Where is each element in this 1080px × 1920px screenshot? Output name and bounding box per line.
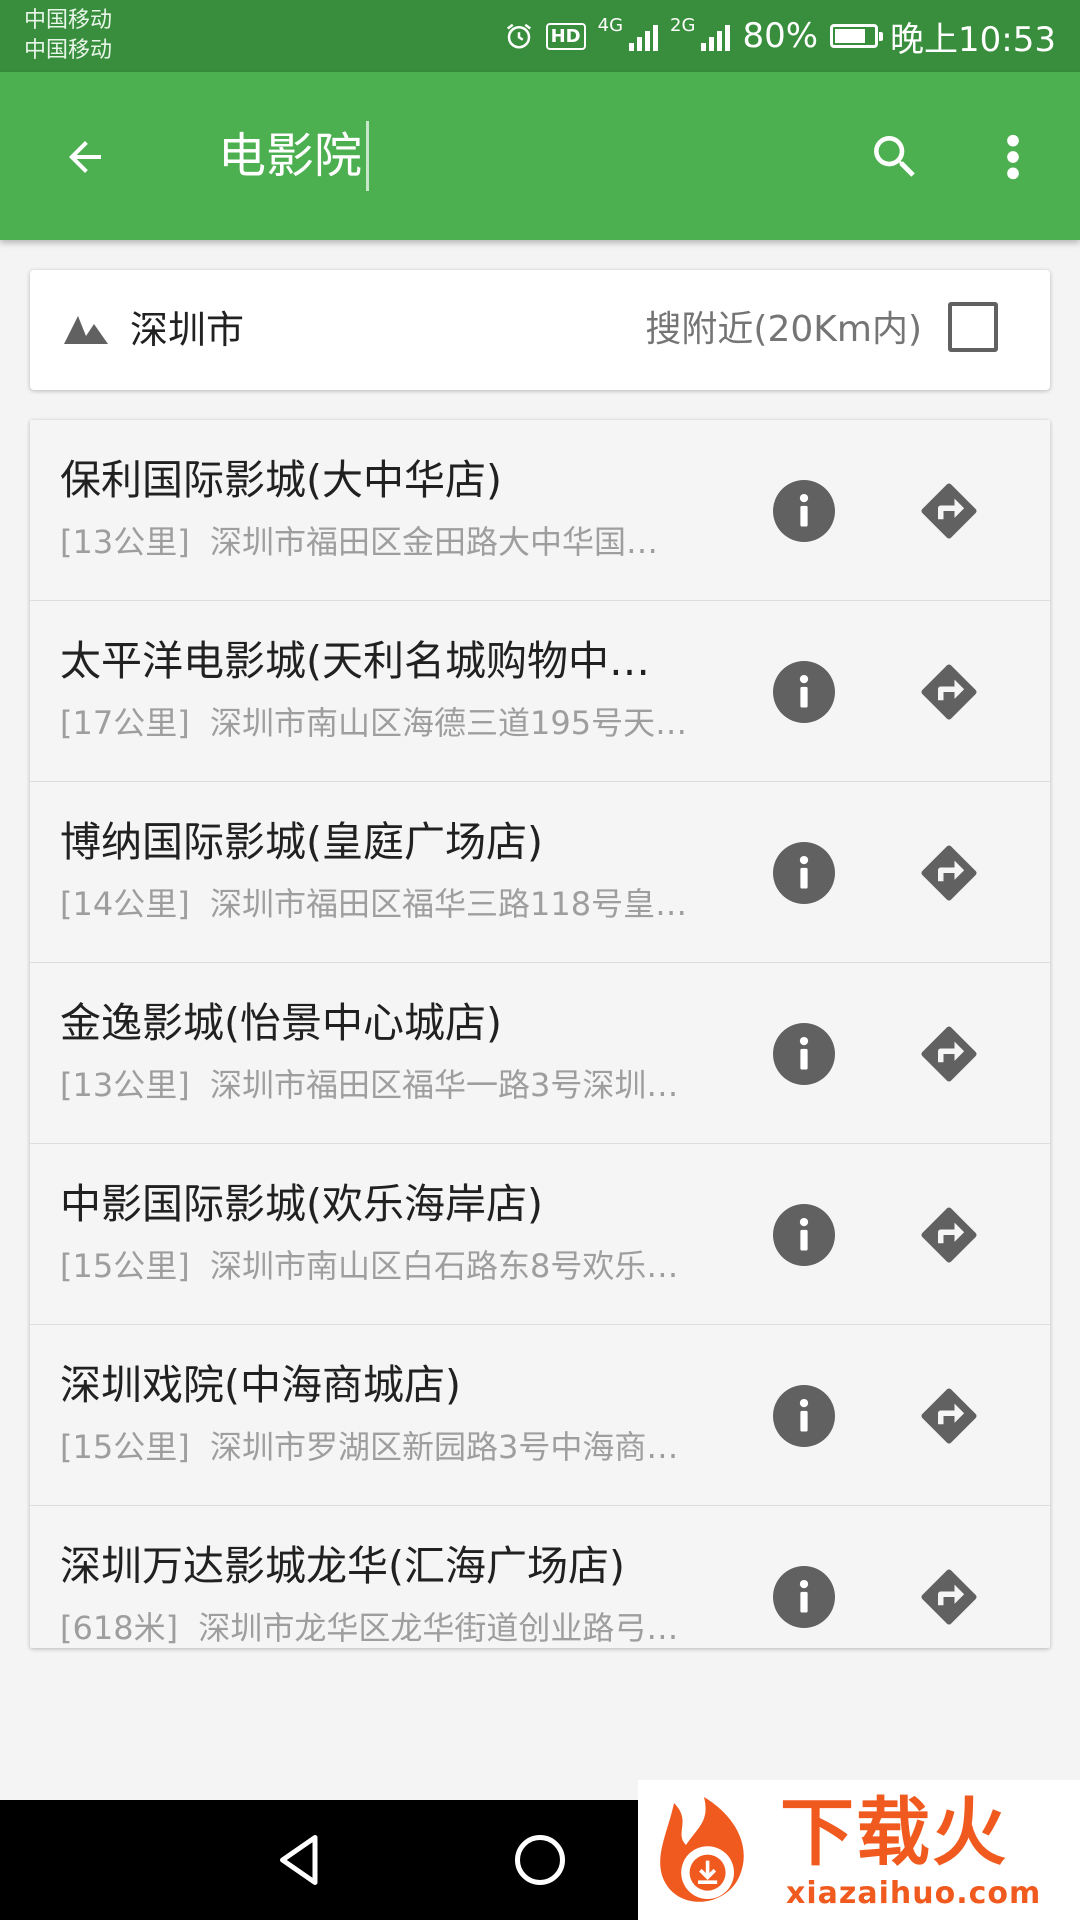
cinema-address: [15公里] 深圳市南山区白石路东8号欢乐… [60, 1244, 752, 1288]
clock: 晚上10:53 [890, 19, 1056, 60]
list-item[interactable]: 保利国际影城(大中华店) [13公里] 深圳市福田区金田路大中华国… [30, 420, 1050, 601]
cinema-name: 深圳戏院(中海商城店) [60, 1361, 461, 1409]
address: 深圳市龙华区龙华街道创业路弓… [198, 1609, 679, 1647]
directions-button[interactable] [916, 1202, 982, 1268]
carrier-labels: 中国移动 中国移动 [24, 6, 112, 66]
directions-icon [921, 845, 977, 901]
distance: [13公里] [60, 1066, 190, 1104]
nav-home-icon[interactable] [510, 1830, 570, 1890]
watermark-brand: 下载火 [780, 1790, 1008, 1876]
nearby-checkbox[interactable] [948, 302, 998, 352]
directions-icon [921, 1569, 977, 1625]
directions-icon [921, 1207, 977, 1263]
cinema-name: 博纳国际影城(皇庭广场店) [60, 818, 543, 866]
cinema-name: 太平洋电影城(天利名城购物中… [60, 637, 650, 685]
nearby-label: 搜附近(20Km内) [645, 309, 922, 350]
alarm-icon [506, 23, 531, 49]
address: 深圳市罗湖区新园路3号中海商… [210, 1428, 679, 1466]
distance: [15公里] [60, 1428, 190, 1466]
list-item[interactable]: 中影国际影城(欢乐海岸店) [15公里] 深圳市南山区白石路东8号欢乐… [30, 1144, 1050, 1325]
directions-icon [921, 483, 977, 539]
info-button[interactable] [773, 480, 835, 542]
distance: [618米] [60, 1609, 179, 1647]
info-button[interactable] [773, 1385, 835, 1447]
results-list: 保利国际影城(大中华店) [13公里] 深圳市福田区金田路大中华国… 太平洋电影… [30, 420, 1050, 1648]
cinema-name: 中影国际影城(欢乐海岸店) [60, 1180, 543, 1228]
cinema-address: [14公里] 深圳市福田区福华三路118号皇… [60, 882, 752, 926]
address: 深圳市南山区海德三道195号天… [210, 704, 688, 742]
address: 深圳市南山区白石路东8号欢乐… [210, 1247, 679, 1285]
terrain-icon [64, 316, 108, 344]
info-icon [799, 1398, 809, 1432]
info-icon [799, 1217, 809, 1251]
search-button[interactable] [850, 112, 940, 202]
watermark-url: xiazaihuo.com [786, 1876, 1042, 1911]
directions-icon [921, 1388, 977, 1444]
info-icon [799, 1036, 809, 1070]
info-icon [799, 1579, 809, 1613]
cinema-address: [618米] 深圳市龙华区龙华街道创业路弓… [60, 1606, 752, 1648]
cinema-name: 金逸影城(怡景中心城店) [60, 999, 502, 1047]
cinema-address: [13公里] 深圳市福田区福华一路3号深圳… [60, 1063, 752, 1107]
info-button[interactable] [773, 1566, 835, 1628]
arrow-left-icon [69, 141, 101, 173]
more-options-button[interactable] [968, 112, 1058, 202]
directions-icon [921, 1026, 977, 1082]
city-filter-card: 深圳市 搜附近(20Km内) [30, 270, 1050, 390]
signal-icon-1 [629, 21, 659, 51]
info-button[interactable] [773, 1023, 835, 1085]
back-button[interactable] [40, 112, 130, 202]
address: 深圳市福田区金田路大中华国… [210, 523, 659, 561]
cinema-name: 深圳万达影城龙华(汇海广场店) [60, 1542, 625, 1590]
status-icons: HD 4G 2G 80% 晚上10:53 [504, 12, 1056, 60]
battery-icon [830, 24, 884, 48]
cinema-name: 保利国际影城(大中华店) [60, 456, 502, 504]
distance: [17公里] [60, 704, 190, 742]
info-icon [799, 855, 809, 889]
cinema-address: [13公里] 深圳市福田区金田路大中华国… [60, 520, 752, 564]
directions-button[interactable] [916, 659, 982, 725]
distance: [13公里] [60, 523, 190, 561]
list-item[interactable]: 太平洋电影城(天利名城购物中… [17公里] 深圳市南山区海德三道195号天… [30, 601, 1050, 782]
directions-button[interactable] [916, 1021, 982, 1087]
battery-percent: 80% [742, 16, 819, 56]
distance: [14公里] [60, 885, 190, 923]
cinema-address: [17公里] 深圳市南山区海德三道195号天… [60, 701, 752, 745]
status-bar: 中国移动 中国移动 HD 4G 2G 80% 晚上10:53 [0, 0, 1080, 72]
carrier-2: 中国移动 [24, 38, 113, 63]
search-input[interactable]: 电影院 [218, 118, 370, 194]
signal-icon-2 [701, 21, 731, 51]
distance: [15公里] [60, 1247, 190, 1285]
search-icon [874, 136, 915, 177]
info-icon [799, 674, 809, 708]
search-query: 电影院 [218, 128, 363, 184]
text-caret [366, 121, 370, 191]
info-button[interactable] [773, 842, 835, 904]
network-type-2: 2G [670, 15, 696, 36]
carrier-1: 中国移动 [24, 8, 113, 33]
directions-button[interactable] [916, 1564, 982, 1630]
info-button[interactable] [773, 1204, 835, 1266]
nav-back-icon[interactable] [270, 1830, 330, 1890]
app-toolbar: 电影院 [0, 72, 1080, 240]
flame-logo-icon [660, 1797, 744, 1902]
list-item[interactable]: 深圳戏院(中海商城店) [15公里] 深圳市罗湖区新园路3号中海商… [30, 1325, 1050, 1506]
more-vert-icon [1007, 134, 1019, 180]
directions-button[interactable] [916, 840, 982, 906]
info-button[interactable] [773, 661, 835, 723]
city-selector[interactable]: 深圳市 [130, 300, 244, 360]
info-icon [799, 493, 809, 527]
directions-button[interactable] [916, 478, 982, 544]
network-type-1: 4G [597, 15, 624, 36]
hd-icon: HD [545, 22, 586, 50]
watermark: 下载火 xiazaihuo.com [638, 1780, 1080, 1920]
list-item[interactable]: 深圳万达影城龙华(汇海广场店) [618米] 深圳市龙华区龙华街道创业路弓… [30, 1506, 1050, 1648]
address: 深圳市福田区福华一路3号深圳… [210, 1066, 679, 1104]
list-item[interactable]: 金逸影城(怡景中心城店) [13公里] 深圳市福田区福华一路3号深圳… [30, 963, 1050, 1144]
list-item[interactable]: 博纳国际影城(皇庭广场店) [14公里] 深圳市福田区福华三路118号皇… [30, 782, 1050, 963]
directions-icon [921, 664, 977, 720]
directions-button[interactable] [916, 1383, 982, 1449]
address: 深圳市福田区福华三路118号皇… [210, 885, 688, 923]
cinema-address: [15公里] 深圳市罗湖区新园路3号中海商… [60, 1425, 752, 1469]
